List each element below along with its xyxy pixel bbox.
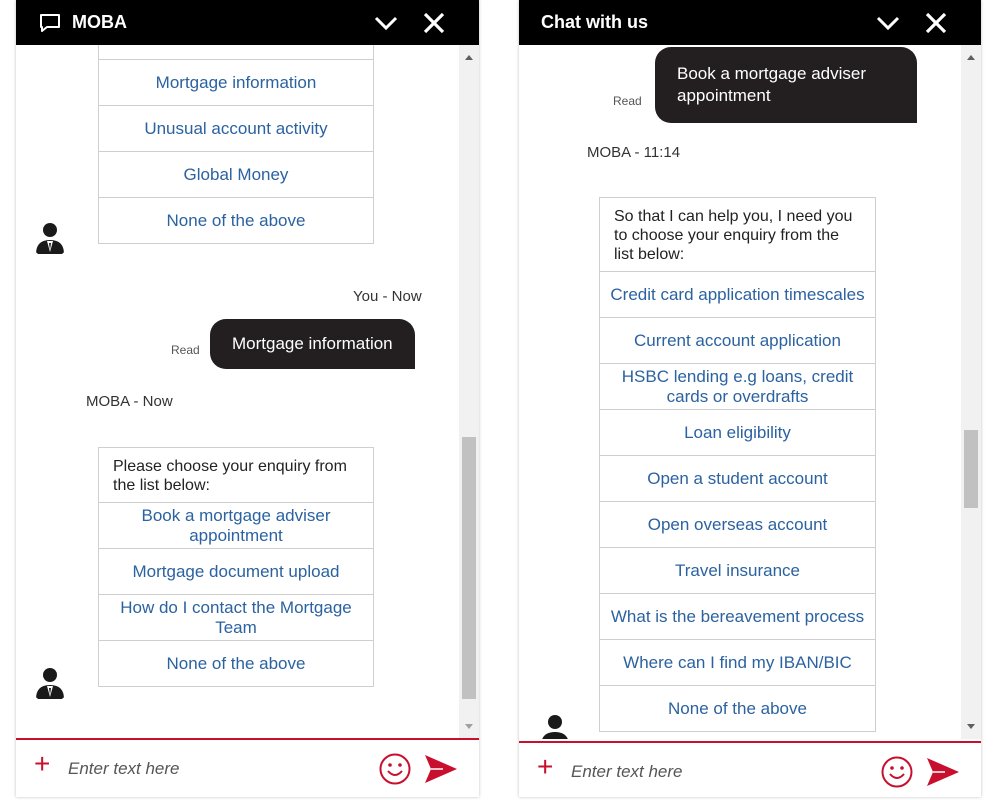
send-icon[interactable] (423, 753, 459, 785)
chevron-down-icon[interactable] (373, 10, 399, 36)
option-travel-insurance[interactable]: Travel insurance (600, 548, 875, 594)
option-open-student-account[interactable]: Open a student account (600, 456, 875, 502)
scrollbar[interactable] (961, 45, 981, 739)
send-icon[interactable] (925, 756, 961, 788)
chat-transcript[interactable]: Read Book a mortgage adviser appointment… (519, 45, 981, 739)
message-input[interactable] (569, 755, 873, 789)
chat-transcript[interactable]: Mortgage information Unusual account act… (16, 45, 479, 739)
enquiry-options-list: So that I can help you, I need you to ch… (599, 197, 876, 732)
bot-message-meta: MOBA - 11:14 (587, 144, 681, 161)
option-none-of-the-above[interactable]: None of the above (99, 198, 373, 243)
chat-widget-right: Chat with us Read Book a mortgage advise… (519, 0, 981, 797)
user-message-bubble: Book a mortgage adviser appointment (655, 47, 917, 123)
chat-title: Chat with us (541, 12, 648, 32)
option-current-account-application[interactable]: Current account application (600, 318, 875, 364)
avatar-icon (535, 710, 575, 739)
list-prompt: Please choose your enquiry from the list… (99, 448, 373, 503)
message-composer: + (519, 741, 981, 797)
emoji-icon[interactable] (880, 755, 914, 789)
message-composer: + (16, 738, 479, 797)
chat-title: MOBA (72, 12, 127, 32)
option-cut-off[interactable] (99, 45, 373, 60)
user-message-meta: You - Now (353, 288, 422, 305)
scroll-thumb[interactable] (462, 437, 476, 699)
option-hsbc-lending[interactable]: HSBC lending e.g loans, credit cards or … (600, 364, 875, 410)
option-credit-card-timescales[interactable]: Credit card application timescales (600, 272, 875, 318)
option-unusual-account-activity[interactable]: Unusual account activity (99, 106, 373, 152)
option-none-of-the-above[interactable]: None of the above (600, 686, 875, 731)
option-bereavement-process[interactable]: What is the bereavement process (600, 594, 875, 640)
scroll-up-icon[interactable] (967, 55, 975, 60)
message-input[interactable] (66, 752, 370, 786)
scroll-down-icon[interactable] (465, 724, 473, 729)
avatar-icon (30, 218, 70, 258)
emoji-icon[interactable] (378, 752, 412, 786)
chat-widget-left: MOBA Mortgage information Unusual accoun… (16, 0, 479, 797)
option-contact-mortgage-team[interactable]: How do I contact the Mortgage Team (99, 595, 373, 641)
chat-bubble-icon (40, 13, 60, 32)
chat-header: Chat with us (519, 0, 981, 45)
option-find-iban-bic[interactable]: Where can I find my IBAN/BIC (600, 640, 875, 686)
option-book-mortgage-adviser[interactable]: Book a mortgage adviser appointment (99, 503, 373, 549)
list-prompt: So that I can help you, I need you to ch… (600, 198, 875, 272)
user-message-bubble: Mortgage information (210, 319, 415, 369)
bot-message-meta: MOBA - Now (86, 393, 173, 410)
scrollbar[interactable] (459, 45, 479, 739)
scroll-down-icon[interactable] (967, 724, 975, 729)
option-loan-eligibility[interactable]: Loan eligibility (600, 410, 875, 456)
option-mortgage-document-upload[interactable]: Mortgage document upload (99, 549, 373, 595)
plus-icon[interactable]: + (34, 750, 50, 778)
enquiry-options-list: Mortgage information Unusual account act… (98, 45, 374, 244)
enquiry-options-list: Please choose your enquiry from the list… (98, 447, 374, 687)
scroll-up-icon[interactable] (465, 55, 473, 60)
scroll-thumb[interactable] (964, 430, 978, 508)
option-none-of-the-above[interactable]: None of the above (99, 641, 373, 686)
plus-icon[interactable]: + (537, 753, 553, 781)
option-mortgage-information[interactable]: Mortgage information (99, 60, 373, 106)
avatar-icon (30, 663, 70, 703)
chevron-down-icon[interactable] (875, 10, 901, 36)
option-global-money[interactable]: Global Money (99, 152, 373, 198)
read-receipt: Read (171, 343, 200, 357)
close-icon[interactable] (421, 10, 447, 36)
option-open-overseas-account[interactable]: Open overseas account (600, 502, 875, 548)
close-icon[interactable] (923, 10, 949, 36)
read-receipt: Read (613, 94, 642, 108)
chat-header: MOBA (16, 0, 479, 45)
